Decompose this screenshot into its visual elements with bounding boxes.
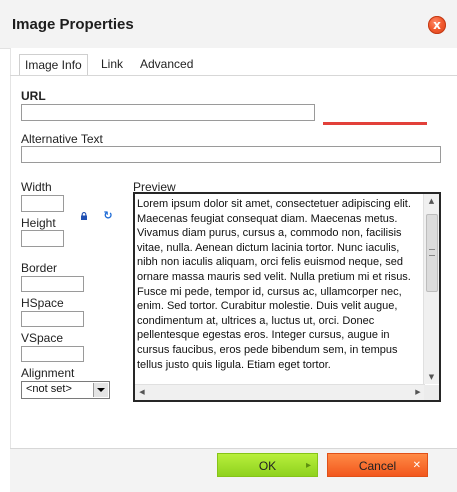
url-label: URL [21, 89, 46, 103]
height-label: Height [21, 216, 56, 230]
cancel-button[interactable]: Cancel ✕ [327, 453, 428, 477]
scroll-left-icon[interactable]: ◀ [135, 385, 149, 400]
tab-divider [10, 75, 457, 76]
tab-advanced[interactable]: Advanced [135, 54, 198, 74]
border-input[interactable] [21, 276, 84, 292]
scroll-right-icon[interactable]: ▶ [411, 385, 425, 400]
border-label: Border [21, 261, 58, 275]
url-input[interactable] [21, 104, 315, 121]
scroll-down-icon[interactable]: ▼ [424, 370, 439, 384]
width-input[interactable] [21, 195, 64, 212]
preview-horizontal-scrollbar[interactable]: ◀ ▶ [135, 384, 425, 400]
image-properties-dialog: Image Properties x Image Info Link Advan… [0, 0, 457, 492]
preview-vertical-scrollbar[interactable]: ▲ ▼ [423, 194, 439, 384]
dialog-titlebar[interactable]: Image Properties x [0, 0, 457, 49]
hspace-input[interactable] [21, 311, 84, 327]
alignment-select[interactable]: <not set> [21, 381, 110, 399]
url-indicator-bar [323, 122, 427, 125]
hspace-label: HSpace [21, 296, 64, 310]
scroll-thumb[interactable] [426, 214, 438, 292]
alt-text-input[interactable] [21, 146, 441, 163]
scroll-corner [424, 385, 439, 400]
tab-link[interactable]: Link [96, 54, 128, 74]
height-input[interactable] [21, 230, 64, 247]
arrow-right-icon: ▸ [305, 460, 311, 471]
cancel-x-icon: ✕ [412, 460, 421, 471]
refresh-icon[interactable]: ↻ [102, 210, 114, 222]
scroll-up-icon[interactable]: ▲ [424, 194, 439, 208]
alignment-label: Alignment [21, 366, 75, 380]
preview-pane[interactable]: Lorem ipsum dolor sit amet, consectetuer… [133, 192, 441, 402]
close-icon: x [433, 18, 441, 32]
vspace-label: VSpace [21, 331, 64, 345]
preview-text: Lorem ipsum dolor sit amet, consectetuer… [137, 198, 411, 371]
width-label: Width [21, 180, 52, 194]
alignment-selected-value: <not set> [26, 383, 72, 395]
close-button[interactable]: x [428, 16, 446, 34]
vspace-input[interactable] [21, 346, 84, 362]
lock-icon[interactable] [80, 212, 88, 220]
tab-image-info[interactable]: Image Info [19, 54, 88, 76]
ok-button-label: OK [258, 459, 277, 473]
alt-text-label: Alternative Text [21, 132, 103, 146]
dropdown-arrow-icon[interactable] [93, 383, 108, 397]
ok-button[interactable]: OK ▸ [217, 453, 318, 477]
tab-bar: Image Info Link Advanced [10, 54, 457, 76]
dialog-title: Image Properties [12, 16, 134, 33]
